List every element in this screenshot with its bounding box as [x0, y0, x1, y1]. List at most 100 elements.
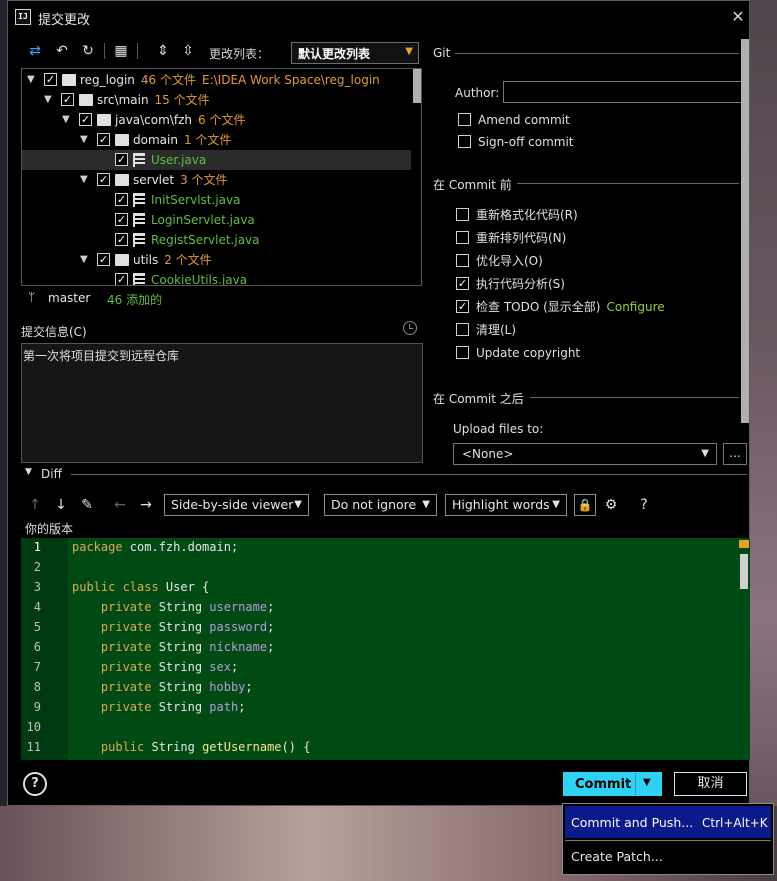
group-by-icon[interactable]: ▦	[111, 41, 131, 61]
commit-button[interactable]: Commit ▼	[563, 772, 662, 796]
checkbox-box[interactable]	[456, 254, 469, 267]
back-arrow-icon[interactable]: ←	[110, 495, 130, 515]
options-scrollbar[interactable]	[741, 39, 749, 423]
highlight-dropdown[interactable]: Highlight words ▼	[445, 494, 567, 516]
commit-and-push-item[interactable]: Commit and Push... Ctrl+Alt+K	[565, 806, 771, 838]
tree-row[interactable]: ✓ LoginServlet.java	[22, 210, 411, 230]
menu-separator	[565, 840, 771, 841]
file-name: User.java	[151, 153, 207, 167]
lock-icon[interactable]: 🔒	[574, 494, 596, 516]
forward-arrow-icon[interactable]: →	[136, 495, 156, 515]
file-name: RegistServlet.java	[151, 233, 260, 247]
expand-arrow-icon[interactable]: ▼	[80, 250, 92, 270]
chevron-down-icon[interactable]: ▼	[643, 777, 651, 788]
previous-difference-icon[interactable]: ↑	[25, 495, 45, 515]
your-version-label: 你的版本	[25, 522, 74, 536]
checkbox-box[interactable]	[458, 113, 471, 126]
checkbox-box[interactable]	[456, 208, 469, 221]
tree-row[interactable]: ▼ ✓ servlet 3 个文件	[22, 170, 411, 190]
checkbox-box[interactable]	[456, 323, 469, 336]
background-window-right	[750, 0, 777, 881]
checkbox-box[interactable]	[456, 346, 469, 359]
file-checkbox[interactable]: ✓	[97, 133, 110, 146]
java-file-icon	[133, 193, 145, 207]
expand-all-icon[interactable]: ⇕	[153, 41, 173, 61]
file-checkbox[interactable]: ✓	[61, 93, 74, 106]
edit-source-icon[interactable]: ✎	[77, 495, 97, 515]
file-checkbox[interactable]: ✓	[115, 193, 128, 206]
close-button[interactable]: ✕	[728, 7, 748, 27]
changelist-dropdown[interactable]: 默认更改列表 ▼	[291, 42, 419, 64]
folder-icon	[115, 174, 129, 186]
file-checkbox[interactable]: ✓	[79, 113, 92, 126]
file-checkbox[interactable]: ✓	[115, 273, 128, 285]
expand-arrow-icon[interactable]: ▼	[80, 170, 92, 190]
file-checkbox[interactable]: ✓	[115, 153, 128, 166]
tree-row[interactable]: ✓ CookieUtils.java	[22, 270, 411, 286]
section-divider	[71, 474, 747, 475]
file-checkbox[interactable]: ✓	[97, 253, 110, 266]
menu-item-shortcut: Ctrl+Alt+K	[702, 816, 768, 830]
rollback-icon[interactable]: ↶	[52, 41, 72, 61]
menu-item-label: Commit and Push...	[571, 815, 694, 830]
configure-link[interactable]: Configure	[606, 300, 664, 314]
help-button[interactable]: ?	[23, 772, 47, 796]
tree-row[interactable]: ▼ ✓ reg_login 46 个文件 E:\IDEA Work Space\re…	[22, 70, 411, 90]
code-editor[interactable]: 1 2 3 4 5 6 7 8 9 10 11 package com.fzh.domain; pub…	[21, 538, 750, 760]
changes-tree: ▼ ✓ reg_login 46 个文件 E:\IDEA Work Space\re…	[21, 68, 422, 286]
before-commit-title: 在 Commit 前	[433, 178, 512, 192]
editor-scrollbar[interactable]	[740, 554, 748, 589]
checkbox-box[interactable]	[456, 231, 469, 244]
collapse-all-icon[interactable]: ⇳	[178, 41, 198, 61]
branch-name[interactable]: master	[48, 291, 90, 305]
create-patch-item[interactable]: Create Patch...	[571, 849, 663, 864]
file-checkbox[interactable]: ✓	[115, 233, 128, 246]
tree-row[interactable]: ✓ RegistServlet.java	[22, 230, 411, 250]
tree-row[interactable]: ▼ ✓ java\com\fzh 6 个文件	[22, 110, 411, 130]
viewer-mode-dropdown[interactable]: Side-by-side viewer ▼	[164, 494, 309, 516]
file-name: LoginServlet.java	[151, 213, 255, 227]
history-icon[interactable]	[403, 321, 417, 335]
commit-message-input[interactable]: 第一次将项目提交到远程仓库	[21, 343, 423, 463]
diff-help-button[interactable]: ?	[634, 495, 654, 515]
commit-options-popup: Commit and Push... Ctrl+Alt+K Create Pat…	[562, 803, 774, 875]
expand-arrow-icon[interactable]: ▼	[44, 90, 56, 110]
file-checkbox[interactable]: ✓	[97, 173, 110, 186]
java-file-icon	[133, 153, 145, 167]
tree-row[interactable]: ▼ ✓ domain 1 个文件	[22, 130, 411, 150]
file-name: CookieUtils.java	[151, 273, 248, 286]
file-checkbox[interactable]: ✓	[115, 213, 128, 226]
file-checkbox[interactable]: ✓	[44, 73, 57, 86]
refresh-icon[interactable]: ↻	[78, 41, 98, 61]
tree-row[interactable]: ▼ ✓ utils 2 个文件	[22, 250, 411, 270]
checkbox-box[interactable]	[458, 135, 471, 148]
author-input[interactable]	[503, 81, 745, 103]
code-line: private String hobby;	[72, 680, 253, 694]
line-number: 10	[26, 720, 41, 734]
expand-arrow-icon[interactable]: ▼	[27, 70, 39, 90]
tree-scrollbar[interactable]	[413, 69, 421, 103]
toolbar-separator	[104, 43, 105, 59]
added-count: 46 添加的	[107, 293, 163, 307]
checkbox-box[interactable]: ✓	[456, 277, 469, 290]
tree-row-selected[interactable]: ✓ User.java	[22, 150, 411, 170]
tree-row[interactable]: ✓ InitServlst.java	[22, 190, 411, 210]
show-diff-icon[interactable]: ⇄	[25, 41, 45, 61]
next-difference-icon[interactable]: ↓	[51, 495, 71, 515]
code-line: private String password;	[72, 620, 275, 634]
whitespace-dropdown[interactable]: Do not ignore ▼	[324, 494, 437, 516]
section-divider	[530, 397, 739, 398]
section-divider	[455, 53, 739, 54]
expand-arrow-icon[interactable]: ▼	[62, 110, 74, 130]
expand-arrow-icon[interactable]: ▼	[80, 130, 92, 150]
collapse-diff-icon[interactable]: ▼	[25, 467, 32, 477]
tree-row[interactable]: ▼ ✓ src\main 15 个文件	[22, 90, 411, 110]
analysis-status-marker[interactable]	[739, 540, 749, 548]
folder-icon	[97, 114, 111, 126]
checkbox-box[interactable]: ✓	[456, 300, 469, 313]
upload-target-dropdown[interactable]: <None> ▼	[453, 443, 717, 465]
gear-icon[interactable]: ⚙	[601, 495, 621, 515]
code-line: package com.fzh.domain;	[72, 540, 239, 554]
cancel-button[interactable]: 取消	[674, 772, 747, 796]
upload-settings-button[interactable]: ...	[723, 443, 747, 465]
